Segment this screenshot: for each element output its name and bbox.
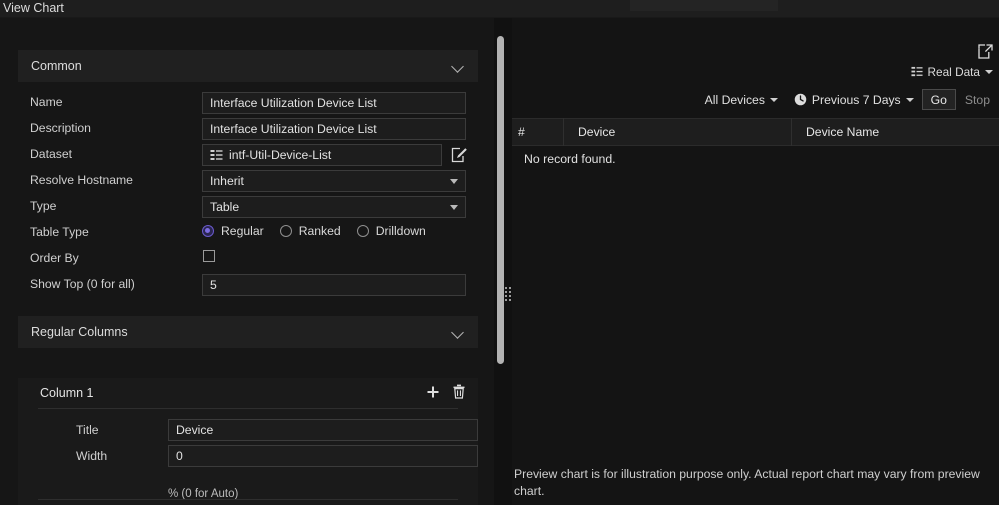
show-top-input[interactable] [202,274,466,296]
column-width-input[interactable] [168,445,478,467]
settings-scrollbar-thumb[interactable] [497,36,504,364]
chevron-down-icon[interactable] [451,325,465,339]
titlebar-ghost-region [630,0,778,11]
radio-dot-regular [202,225,214,237]
splitter-grip-handle[interactable] [505,286,511,302]
field-row-show-top: Show Top (0 for all) [0,274,497,300]
time-range-dropdown[interactable]: Previous 7 Days [786,91,922,109]
chevron-down-icon [450,205,458,210]
preview-table-body: No record found. [512,146,999,172]
app-root: View Chart Common Name Description Datas… [0,0,999,505]
type-value: Table [210,200,239,214]
label-resolve-hostname: Resolve Hostname [30,173,133,187]
trash-icon[interactable] [452,384,466,399]
table-type-radio-group: Regular Ranked Drilldown [202,224,426,238]
order-by-checkbox[interactable] [203,250,215,262]
dataset-control-group: intf-Util-Device-List [202,144,467,166]
field-row-type: Type Table [0,196,497,222]
label-type: Type [30,199,56,213]
data-binding-divider [38,499,458,500]
radio-option-ranked[interactable]: Ranked [280,224,341,238]
column-card-1: Column 1 [18,378,478,505]
field-row-resolve-hostname: Resolve Hostname Inherit [0,170,497,196]
page-title: View Chart [3,0,64,16]
name-input[interactable] [202,92,466,114]
radio-option-regular[interactable]: Regular [202,224,264,238]
radio-dot-drilldown [357,225,369,237]
dataset-icon [210,149,223,162]
label-order-by: Order By [30,251,79,265]
device-filter-dropdown[interactable]: All Devices [697,91,786,109]
radio-dot-ranked [280,225,292,237]
column-header-index[interactable]: # [512,118,564,146]
chevron-down-icon [906,98,914,102]
go-button[interactable]: Go [922,89,956,110]
time-range-label: Previous 7 Days [812,93,901,107]
section-header-common[interactable]: Common [18,50,478,82]
field-row-table-type: Table Type Regular Ranked Drilldown [0,222,497,248]
empty-state-message: No record found. [512,152,616,166]
column-header-device-name[interactable]: Device Name [792,118,999,146]
preview-controls: All Devices Previous 7 Days Go Stop [697,89,999,110]
dataset-icon [911,66,923,78]
column-header-device[interactable]: Device [564,118,792,146]
type-select[interactable]: Table [202,196,466,218]
resolve-hostname-value: Inherit [210,174,244,188]
preview-table-header: # Device Device Name [512,118,999,146]
column-card-actions [426,384,466,399]
label-column-title: Title [76,423,99,437]
radio-option-drilldown[interactable]: Drilldown [357,224,426,238]
label-show-top: Show Top (0 for all) [30,277,135,291]
plus-icon[interactable] [426,385,440,399]
dataset-select[interactable]: intf-Util-Device-List [202,144,442,166]
common-form: Name Description Dataset [0,92,497,300]
clock-icon [794,93,807,106]
field-row-description: Description [0,118,497,144]
label-dataset: Dataset [30,147,72,161]
resolve-hostname-select[interactable]: Inherit [202,170,466,192]
preview-table: # Device Device Name No record found. [512,118,999,172]
device-filter-label: All Devices [705,93,765,107]
field-row-dataset: Dataset in [0,144,497,170]
field-row-order-by: Order By [0,248,497,274]
chevron-down-icon[interactable] [451,59,465,73]
chevron-down-icon [450,179,458,184]
chevron-down-icon [985,70,993,74]
preview-toolbar: Real Data All Devices Previous 7 Days [512,18,999,108]
dataset-value: intf-Util-Device-List [229,148,331,162]
radio-label-regular: Regular [221,224,264,238]
window-titlebar: View Chart [0,0,999,18]
column-title-input[interactable] [168,419,478,441]
field-row-name: Name [0,92,497,118]
data-binding-header-row: Data Binding Format [18,499,478,505]
column-card-title: Column 1 [40,386,94,400]
chevron-down-icon [770,98,778,102]
radio-label-ranked: Ranked [299,224,341,238]
label-table-type: Table Type [30,225,89,239]
radio-label-drilldown: Drilldown [376,224,426,238]
real-data-label: Real Data [928,65,980,79]
external-link-icon[interactable] [978,44,993,59]
stop-button: Stop [956,89,999,110]
chart-preview-panel: Real Data All Devices Previous 7 Days [512,18,999,505]
label-name: Name [30,95,63,109]
preview-disclaimer: Preview chart is for illustration purpos… [514,466,994,500]
label-description: Description [30,121,91,135]
column-width-row: Width [18,445,478,471]
section-title-regular-columns: Regular Columns [31,325,128,339]
section-title-common: Common [31,59,82,73]
label-column-width: Width [76,449,107,463]
chart-settings-panel: Common Name Description Dataset [0,18,497,505]
column-title-row: Title [18,419,478,445]
edit-pencil-icon[interactable] [451,147,467,163]
description-input[interactable] [202,118,466,140]
column-card-header: Column 1 [18,378,478,408]
section-header-regular-columns[interactable]: Regular Columns [18,316,478,348]
panel-splitter[interactable] [494,18,512,505]
real-data-dropdown[interactable]: Real Data [911,65,993,79]
